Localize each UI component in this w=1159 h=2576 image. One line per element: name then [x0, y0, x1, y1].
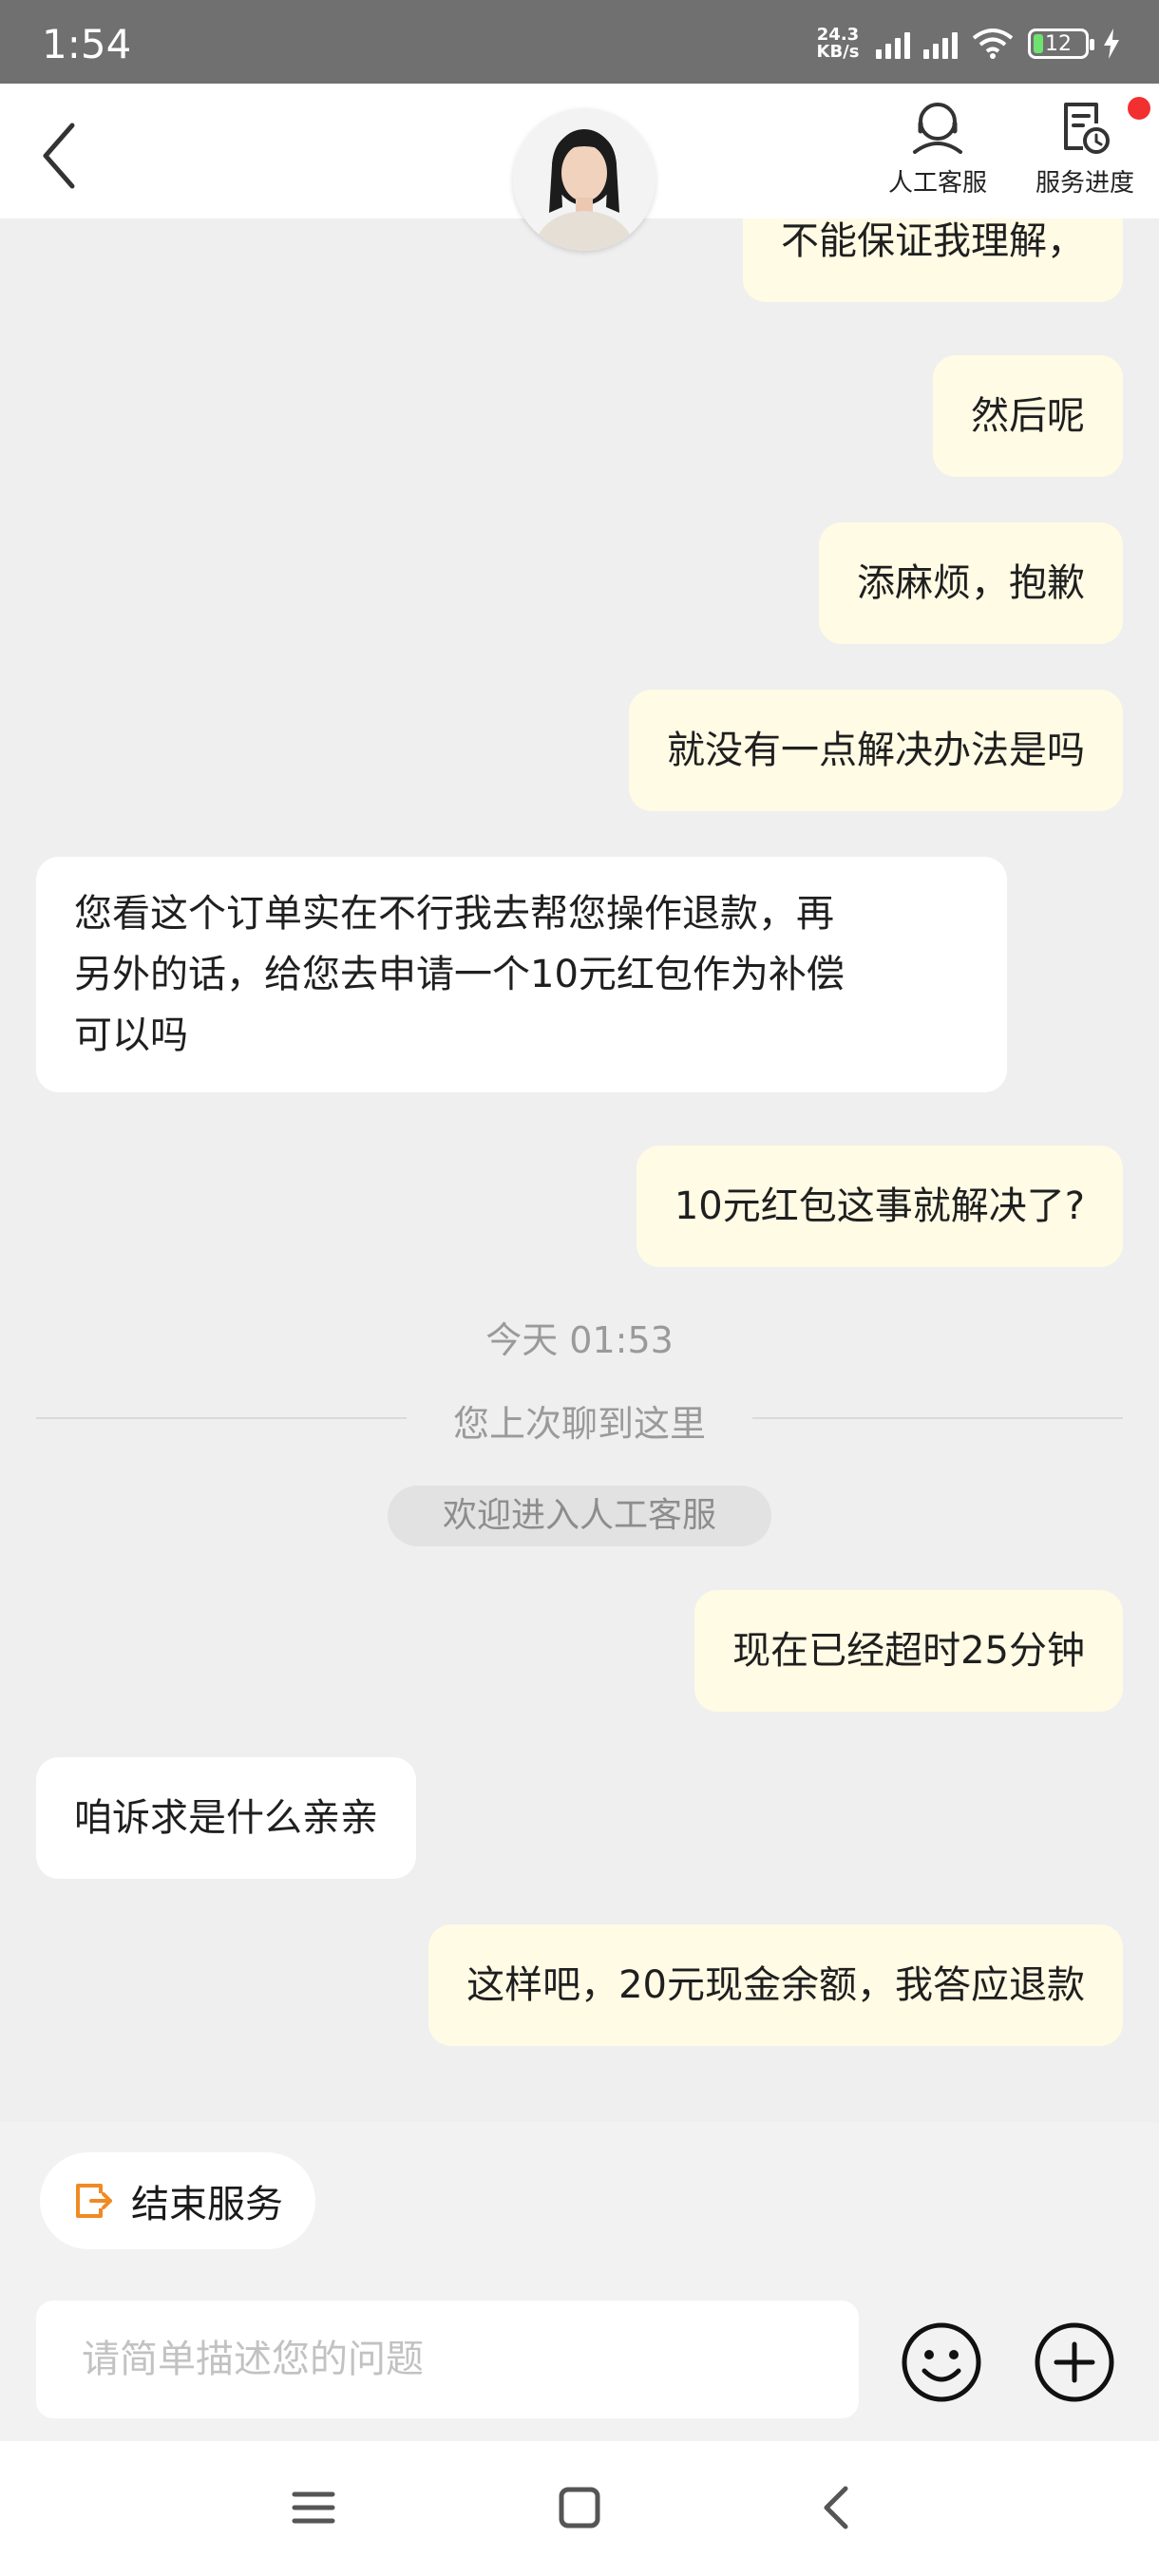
charging-icon [1104, 28, 1119, 59]
exit-icon [76, 2184, 112, 2218]
agent-portrait-icon [513, 108, 656, 251]
message-bubble-agent: 您看这个订单实在不行我去帮您操作退款，再 另外的话，给您去申请一个10元红包作为… [36, 857, 1007, 1092]
battery-icon: 12 [1028, 28, 1094, 59]
service-progress-button[interactable]: 服务进度 [1014, 97, 1156, 199]
agent-avatar [513, 108, 656, 251]
signal-icon [923, 28, 958, 59]
input-area: 结束服务 [0, 2122, 1159, 2441]
wifi-icon [972, 28, 1014, 59]
signal-icon [876, 28, 910, 59]
back-button[interactable] [34, 118, 95, 194]
system-nav-bar [0, 2441, 1159, 2576]
home-icon[interactable] [551, 2479, 608, 2536]
message-bubble-me: 现在已经超时25分钟 [694, 1590, 1123, 1712]
message-bubble-me: 这样吧，20元现金余额，我答应退款 [428, 1924, 1123, 2046]
message-bubble-me: 10元红包这事就解决了? [636, 1146, 1123, 1267]
status-bar: 1:54 24.3 KB/s 12 [0, 0, 1159, 84]
end-service-button[interactable]: 结束服务 [40, 2152, 315, 2249]
service-progress-label: 服务进度 [1035, 169, 1134, 198]
message-bubble-agent: 咱诉求是什么亲亲 [36, 1757, 416, 1879]
document-clock-icon [1064, 103, 1110, 154]
customer-service-button[interactable]: 人工客服 [866, 97, 1009, 199]
notification-dot [1128, 97, 1150, 120]
chat-timestamp: 今天 01:53 [485, 1319, 674, 1361]
headset-icon [913, 103, 962, 154]
status-icons: 24.3 KB/s 12 [813, 23, 1121, 65]
emoji-button[interactable] [901, 2321, 982, 2403]
network-speed: 24.3 KB/s [816, 25, 860, 62]
app-header: 人工客服 服务进度 [0, 84, 1159, 251]
system-notice: 欢迎进入人工客服 [388, 1486, 771, 1546]
chat-messages: 不能保证我理解， 然后呢 添麻烦，抱歉 就没有一点解决办法是吗 您看这个订单实在… [0, 218, 1159, 2122]
message-bubble-me: 添麻烦，抱歉 [819, 522, 1123, 644]
end-service-label: 结束服务 [131, 2183, 283, 2226]
message-bubble-me: 不能保证我理解， [743, 218, 1123, 302]
menu-icon[interactable] [285, 2479, 342, 2536]
status-time: 1:54 [42, 21, 132, 67]
back-nav-icon[interactable] [809, 2479, 866, 2536]
message-input[interactable] [36, 2301, 859, 2418]
last-read-divider-text: 您上次聊到这里 [452, 1403, 706, 1445]
message-bubble-me: 就没有一点解决办法是吗 [629, 690, 1123, 811]
customer-service-label: 人工客服 [887, 169, 987, 198]
message-bubble-me: 然后呢 [933, 355, 1123, 477]
add-button[interactable] [1034, 2321, 1115, 2403]
divider-line [752, 1417, 1123, 1419]
